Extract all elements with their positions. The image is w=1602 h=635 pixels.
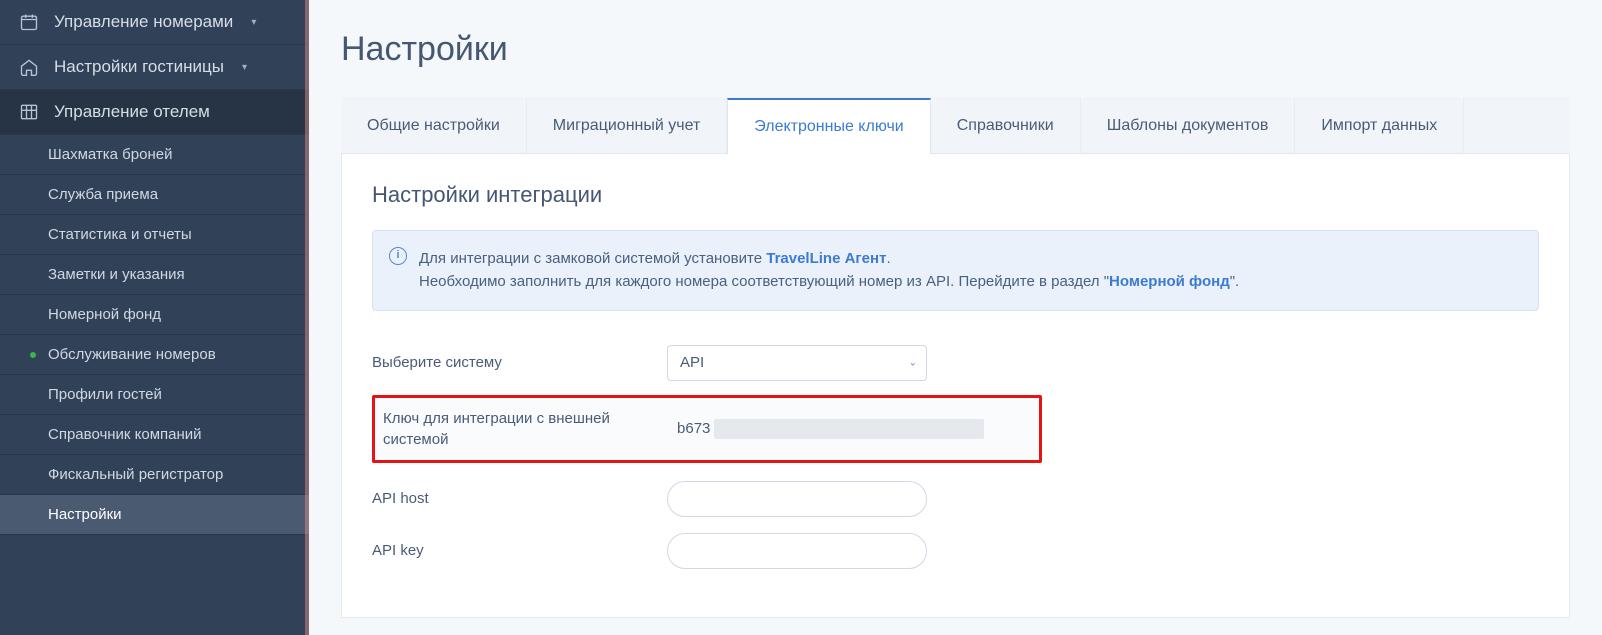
row-api-key: API key — [372, 525, 1539, 577]
label-integration-key: Ключ для интеграции с внешней системой — [383, 408, 645, 450]
info-box: i Для интеграции с замковой системой уст… — [372, 230, 1539, 311]
sidebar-item-guest-profiles[interactable]: Профили гостей — [0, 375, 309, 415]
tabs: Общие настройки Миграционный учет Электр… — [341, 97, 1570, 154]
row-system: Выберите систему API ⌄ — [372, 337, 1539, 389]
masked-key — [714, 419, 984, 439]
sidebar-item-companies[interactable]: Справочник компаний — [0, 415, 309, 455]
input-api-host[interactable] — [667, 481, 927, 517]
sidebar-group-label: Настройки гостиницы — [54, 57, 224, 77]
info-text: Для интеграции с замковой системой устан… — [419, 247, 1518, 294]
page-title: Настройки — [341, 30, 1570, 69]
sidebar-item-housekeeping[interactable]: Обслуживание номеров — [0, 335, 309, 375]
sidebar-group-rooms[interactable]: Управление номерами ▾ — [0, 0, 309, 45]
label-api-host: API host — [372, 488, 637, 509]
sidebar-item-fiscal[interactable]: Фискальный регистратор — [0, 455, 309, 495]
sidebar-item-notes[interactable]: Заметки и указания — [0, 255, 309, 295]
tab-directories[interactable]: Справочники — [931, 97, 1081, 153]
sidebar-item-reception[interactable]: Служба приема — [0, 175, 309, 215]
sidebar-group-hotel-management[interactable]: Управление отелем — [0, 90, 309, 135]
tab-templates[interactable]: Шаблоны документов — [1081, 97, 1296, 153]
main-content: Настройки Общие настройки Миграционный у… — [309, 0, 1602, 635]
panel-heading: Настройки интеграции — [372, 182, 1539, 208]
info-icon: i — [389, 247, 407, 265]
calendar-icon — [18, 12, 40, 32]
sidebar-subitems: Шахматка броней Служба приема Статистика… — [0, 135, 309, 535]
row-integration-key: Ключ для интеграции с внешней системой b… — [383, 408, 1031, 450]
sidebar-group-hotel-settings[interactable]: Настройки гостиницы ▾ — [0, 45, 309, 90]
label-system: Выберите систему — [372, 352, 637, 373]
tab-electronic-keys[interactable]: Электронные ключи — [727, 98, 930, 154]
sidebar-group-label: Управление отелем — [54, 102, 210, 122]
tab-migration[interactable]: Миграционный учет — [527, 97, 727, 153]
integration-key-value: b673 — [675, 411, 1031, 447]
sidebar-item-settings[interactable]: Настройки — [0, 495, 309, 535]
chevron-down-icon: ▾ — [251, 17, 256, 28]
row-api-host: API host — [372, 473, 1539, 525]
link-travelline-agent[interactable]: TravelLine Агент — [766, 250, 886, 267]
link-room-fund[interactable]: Номерной фонд — [1109, 273, 1230, 290]
integration-key-highlight: Ключ для интеграции с внешней системой b… — [372, 395, 1042, 463]
tab-import[interactable]: Импорт данных — [1295, 97, 1464, 153]
select-system[interactable]: API ⌄ — [667, 345, 927, 381]
sidebar-item-chessboard[interactable]: Шахматка броней — [0, 135, 309, 175]
sidebar: Управление номерами ▾ Настройки гостиниц… — [0, 0, 309, 635]
grid-icon — [18, 102, 40, 122]
sidebar-group-label: Управление номерами — [54, 12, 233, 32]
sidebar-item-stats[interactable]: Статистика и отчеты — [0, 215, 309, 255]
tab-general[interactable]: Общие настройки — [341, 97, 527, 153]
integration-panel: Настройки интеграции i Для интеграции с … — [341, 154, 1570, 618]
chevron-down-icon: ▾ — [242, 62, 247, 73]
input-api-key[interactable] — [667, 533, 927, 569]
label-api-key: API key — [372, 540, 637, 561]
sidebar-item-room-fund[interactable]: Номерной фонд — [0, 295, 309, 335]
home-icon — [18, 57, 40, 77]
